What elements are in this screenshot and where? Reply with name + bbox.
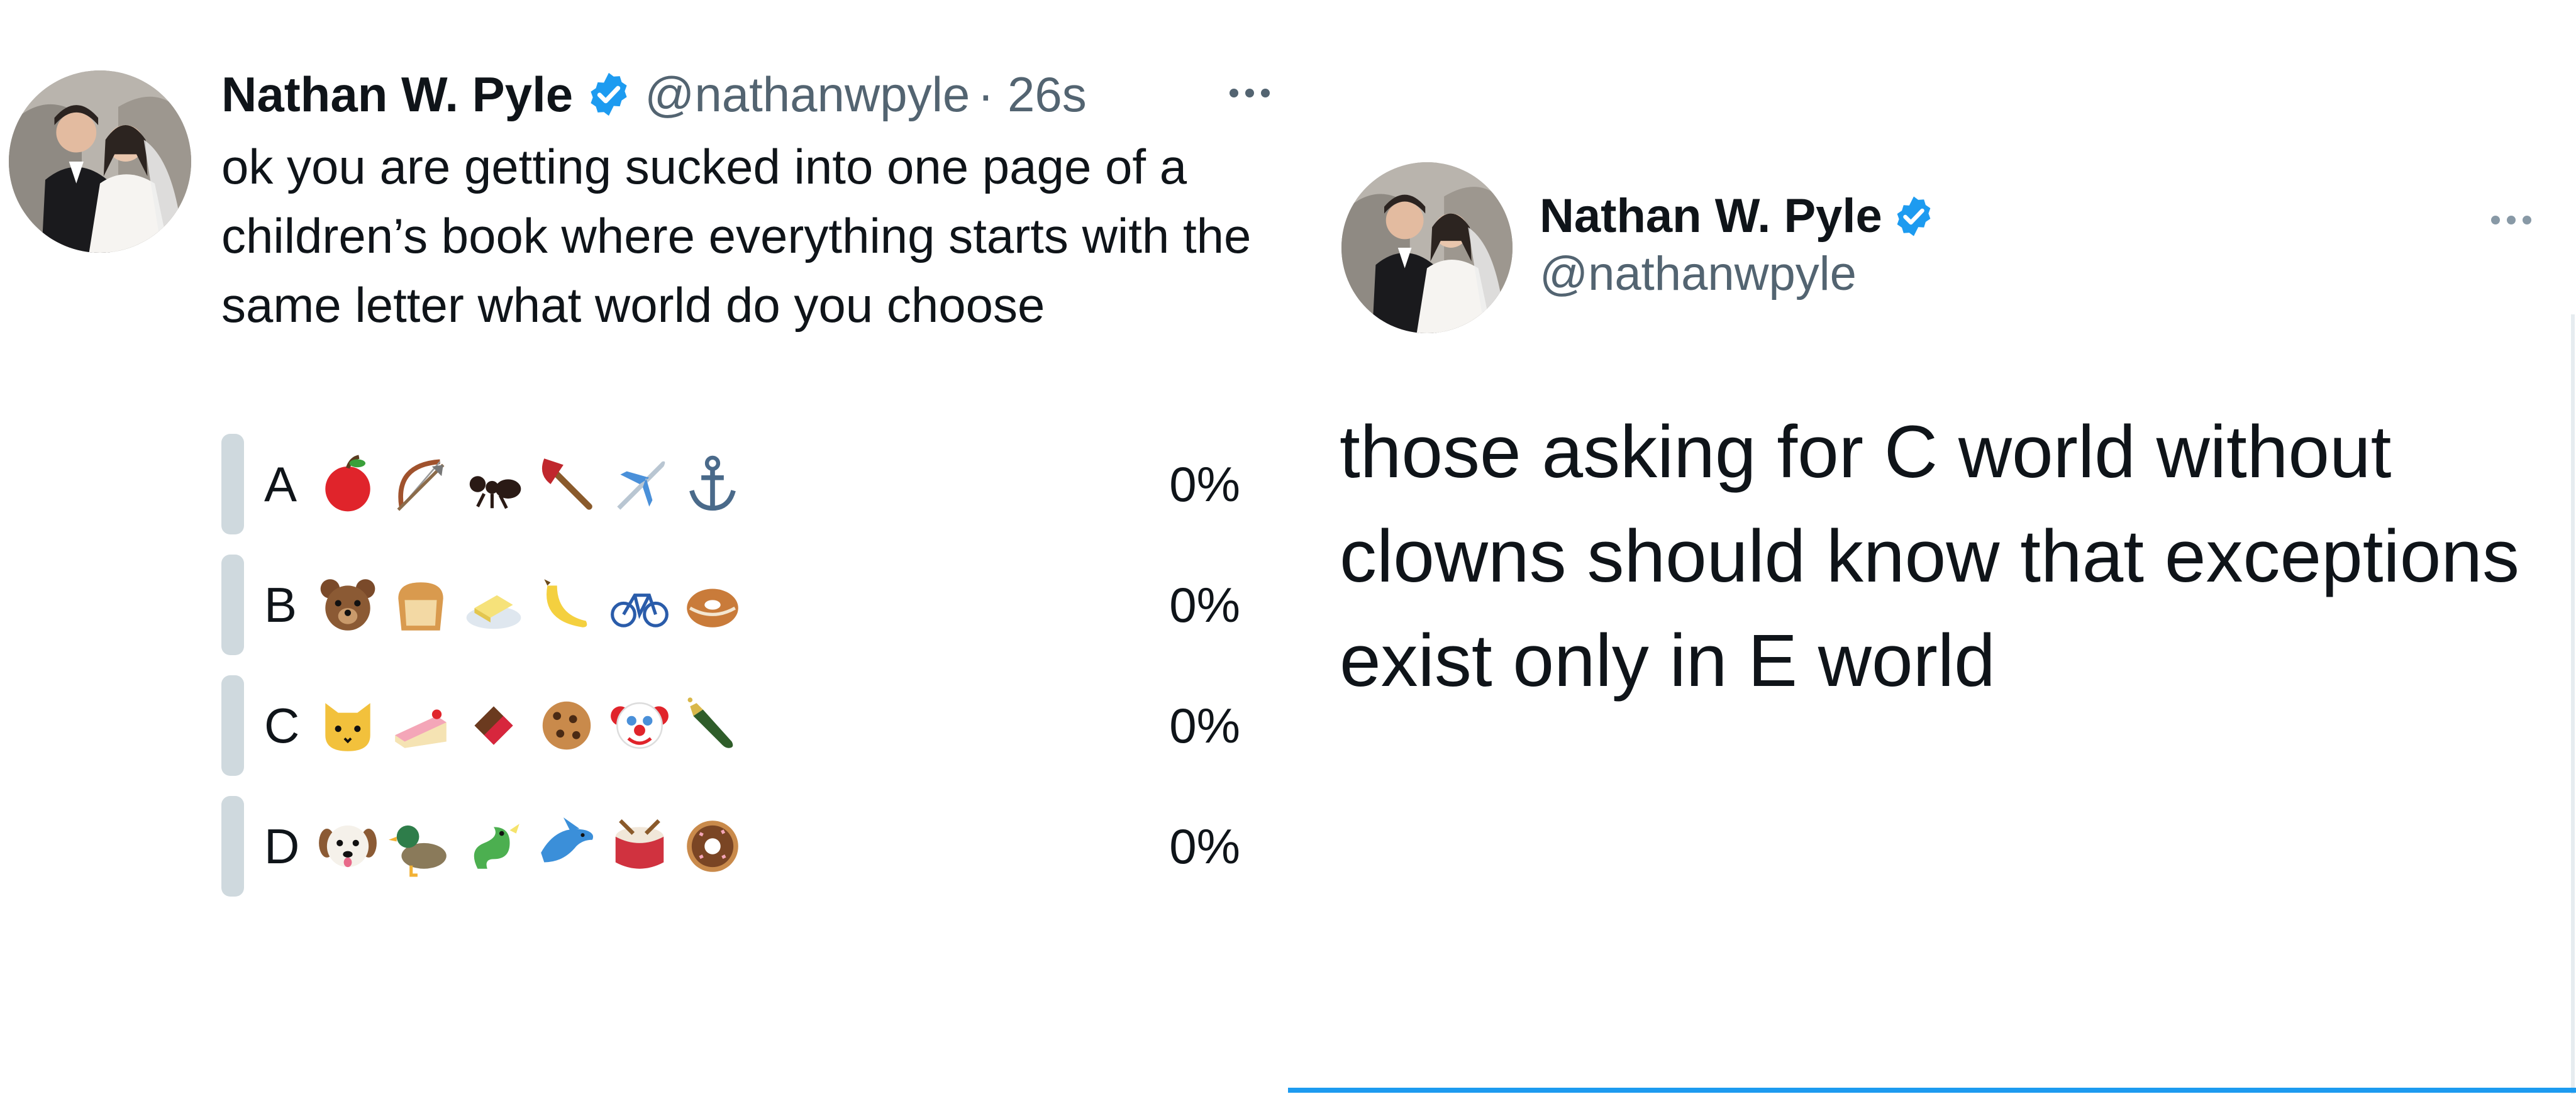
author-name[interactable]: Nathan W. Pyle <box>1540 189 1882 243</box>
poll-bar <box>221 555 244 655</box>
poll-option-emojis <box>316 688 745 763</box>
poll-option-c[interactable]: C 0% <box>221 675 1253 776</box>
ant-icon <box>469 476 521 509</box>
tweet-text: ok you are getting sucked into one page … <box>221 139 1252 333</box>
author-handle[interactable]: @nathanwpyle <box>645 66 970 123</box>
tweet-header: Nathan W. Pyle @nathanwpyle · 26s <box>221 63 1087 126</box>
banana-icon <box>544 579 587 627</box>
airplane-icon <box>617 461 665 510</box>
author-avatar[interactable] <box>9 70 191 253</box>
donut-icon <box>687 820 738 872</box>
tweet-text: those asking for C world without clowns … <box>1340 411 2519 702</box>
active-indicator-line <box>1288 1088 2576 1093</box>
bear-icon <box>320 579 375 631</box>
cake-icon <box>395 709 447 748</box>
cookie-icon <box>542 701 591 750</box>
poll-option-percent: 0% <box>1169 698 1240 753</box>
duck-icon <box>389 825 447 877</box>
panel-divider <box>2571 314 2575 1094</box>
dragon-icon <box>474 824 519 869</box>
more-options-icon[interactable] <box>2483 201 2540 239</box>
poll-bar <box>221 796 244 897</box>
poll-option-letter: A <box>264 456 297 512</box>
bagel-icon <box>687 588 738 627</box>
poll-option-letter: B <box>264 577 297 633</box>
poll-option-emojis <box>316 567 745 643</box>
bread-icon <box>398 582 443 631</box>
author-avatar[interactable] <box>1341 162 1513 333</box>
author-handle[interactable]: @nathanwpyle <box>1540 246 1857 301</box>
avatar-photo-icon <box>9 70 191 253</box>
poll-bar <box>221 434 244 534</box>
axe-icon <box>541 458 592 510</box>
bicycle-icon <box>611 594 669 627</box>
chocolate-icon <box>474 706 513 745</box>
verified-badge-icon <box>1897 196 1931 236</box>
tweet-header: Nathan W. Pyle <box>1540 189 1936 243</box>
poll-option-percent: 0% <box>1169 577 1240 633</box>
poll-option-emojis <box>316 446 745 522</box>
avatar-photo-icon <box>1341 162 1513 333</box>
poll-option-percent: 0% <box>1169 456 1240 512</box>
clown-icon <box>611 702 669 749</box>
champagne-icon <box>687 697 733 748</box>
drum-icon <box>615 819 664 869</box>
timestamp[interactable]: · 26s <box>977 66 1086 123</box>
apple-icon <box>325 455 370 512</box>
poll-option-a[interactable]: A 0% <box>221 434 1253 534</box>
poll-option-d[interactable]: D 0% <box>221 796 1253 897</box>
poll-option-emojis <box>316 809 745 884</box>
anchor-icon <box>689 455 736 511</box>
poll-option-b[interactable]: B 0% <box>221 555 1253 655</box>
more-options-icon[interactable] <box>1221 74 1278 112</box>
poll-option-letter: D <box>264 819 300 874</box>
right-tweet: Nathan W. Pyle @nathanwpyle those asking… <box>1288 0 2576 1094</box>
poll-bar <box>221 675 244 776</box>
cat-icon <box>325 703 370 751</box>
poll-option-percent: 0% <box>1169 819 1240 874</box>
poll-option-letter: C <box>264 698 300 753</box>
dolphin-icon <box>541 817 594 863</box>
bow-and-arrow-icon <box>397 459 445 511</box>
verified-badge-icon <box>591 72 627 116</box>
dog-icon <box>319 825 377 868</box>
author-name[interactable]: Nathan W. Pyle <box>221 66 573 123</box>
butter-icon <box>466 595 521 629</box>
left-tweet: Nathan W. Pyle @nathanwpyle · 26s ok you… <box>0 0 1288 1094</box>
